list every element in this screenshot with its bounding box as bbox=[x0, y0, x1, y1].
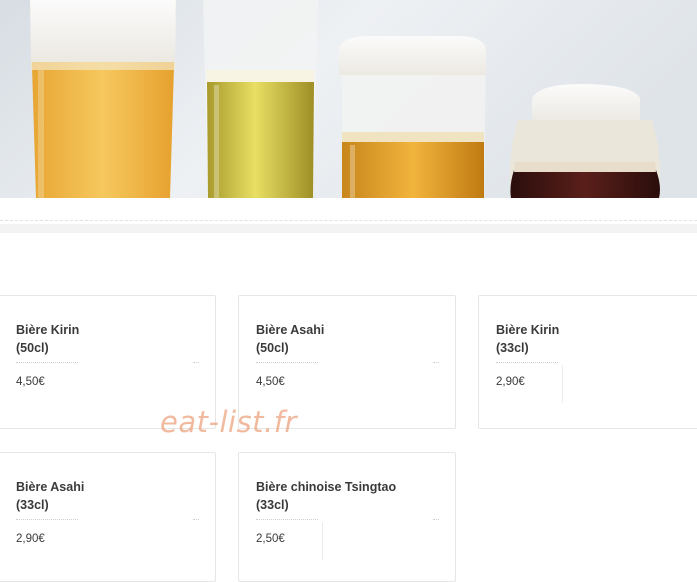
section-band bbox=[0, 224, 697, 233]
dotted-divider bbox=[16, 362, 78, 363]
menu-item-card[interactable]: Bière Asahi (33cl) 2,90€ bbox=[0, 452, 216, 582]
beer-glasses-illustration bbox=[0, 0, 697, 198]
hero-banner-image bbox=[0, 0, 697, 198]
menu-item-card[interactable]: Bière Kirin (33cl) 2,90€ bbox=[478, 295, 697, 429]
menu-item-card[interactable]: Bière Kirin (50cl) 4,50€ bbox=[0, 295, 216, 429]
menu-item-price: 2,90€ bbox=[496, 376, 525, 388]
menu-item-name: Bière Asahi (50cl) bbox=[256, 323, 325, 355]
menu-item-card[interactable]: Bière Asahi (50cl) 4,50€ bbox=[238, 295, 456, 429]
dotted-divider bbox=[496, 362, 558, 363]
menu-item-price: 4,50€ bbox=[256, 376, 285, 388]
dotted-divider bbox=[433, 519, 439, 520]
menu-item-card[interactable]: Bière chinoise Tsingtao (33cl) 2,50€ bbox=[238, 452, 456, 582]
dotted-divider bbox=[193, 362, 199, 363]
menu-item-name: Bière Kirin (33cl) bbox=[496, 323, 560, 355]
section-divider bbox=[0, 220, 697, 221]
menu-item-price: 4,50€ bbox=[16, 376, 45, 388]
menu-item-price: 2,90€ bbox=[16, 533, 45, 545]
menu-item-price: 2,50€ bbox=[256, 533, 285, 545]
dotted-divider bbox=[433, 362, 439, 363]
menu-item-name: Bière Asahi (33cl) bbox=[16, 480, 85, 512]
menu-item-name: Bière chinoise Tsingtao (33cl) bbox=[256, 480, 397, 512]
menu-item-name: Bière Kirin (50cl) bbox=[16, 323, 80, 355]
dotted-divider bbox=[16, 519, 78, 520]
dotted-divider bbox=[193, 519, 199, 520]
dotted-divider bbox=[256, 519, 318, 520]
dotted-divider bbox=[256, 362, 318, 363]
